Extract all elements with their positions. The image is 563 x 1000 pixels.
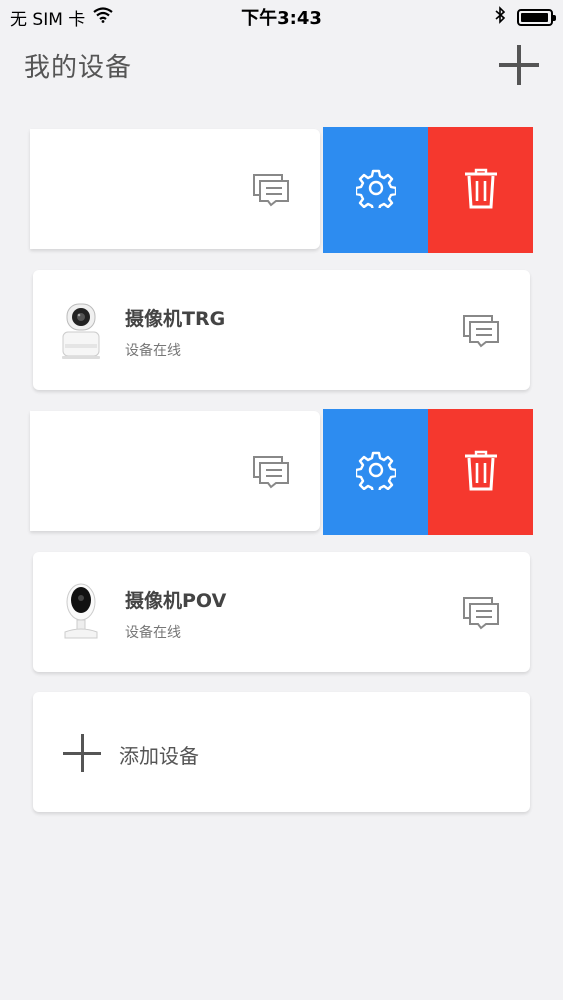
camera-thumbnail-icon: [53, 580, 109, 644]
add-device-card[interactable]: 添加设备: [33, 692, 530, 812]
wifi-icon: [93, 6, 113, 28]
add-device-plus-icon[interactable]: [497, 43, 541, 87]
swiped-device-card[interactable]: [30, 411, 320, 531]
add-device-label: 添加设备: [119, 744, 199, 768]
camera-thumbnail-icon: [53, 298, 109, 362]
gear-icon: [354, 168, 397, 213]
device-card[interactable]: 摄像机POV 设备在线: [33, 552, 530, 672]
device-name: 摄像机TRG: [125, 308, 226, 330]
battery-icon: [517, 8, 556, 26]
message-icon[interactable]: [252, 455, 290, 493]
message-icon[interactable]: [252, 173, 290, 211]
status-left: 无 SIM 卡: [10, 5, 113, 30]
trash-icon: [461, 166, 501, 214]
carrier-label: 无 SIM 卡: [10, 9, 86, 30]
delete-button[interactable]: [428, 127, 533, 253]
message-icon[interactable]: [462, 596, 500, 634]
device-card[interactable]: 摄像机TRG 设备在线: [33, 270, 530, 390]
device-status: 设备在线: [125, 343, 181, 359]
bluetooth-icon: [495, 5, 506, 29]
swiped-device-row: [0, 409, 563, 535]
header: 我的设备: [0, 34, 563, 96]
plus-icon: [63, 734, 101, 772]
settings-button[interactable]: [323, 127, 428, 253]
device-status: 设备在线: [125, 625, 181, 641]
delete-button[interactable]: [428, 409, 533, 535]
message-icon[interactable]: [462, 314, 500, 352]
status-bar: 无 SIM 卡 下午3:43: [0, 0, 563, 34]
swiped-device-card[interactable]: [30, 129, 320, 249]
swiped-device-row: [0, 127, 563, 253]
gear-icon: [354, 450, 397, 495]
settings-button[interactable]: [323, 409, 428, 535]
trash-icon: [461, 448, 501, 496]
status-right: [495, 5, 556, 29]
page-title: 我的设备: [24, 52, 133, 83]
battery-level: [521, 12, 548, 22]
device-name: 摄像机POV: [125, 590, 227, 612]
